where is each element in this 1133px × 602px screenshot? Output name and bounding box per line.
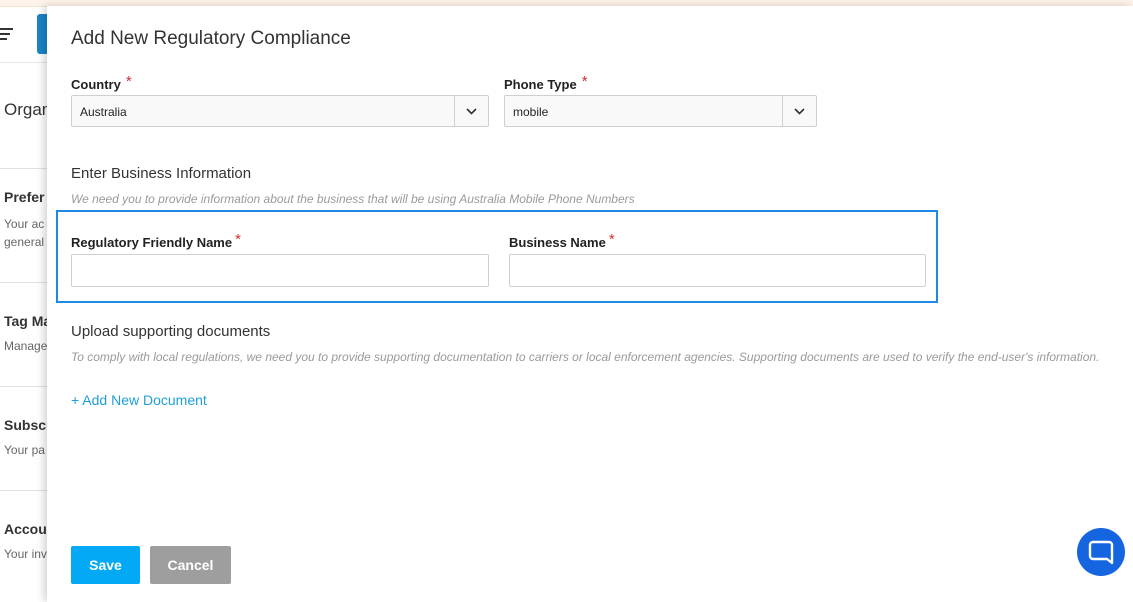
cancel-button[interactable]: Cancel bbox=[150, 546, 231, 584]
country-select[interactable]: Australia bbox=[71, 95, 489, 127]
regulatory-friendly-name-input[interactable] bbox=[71, 254, 489, 287]
business-name-label-text: Business Name bbox=[509, 235, 606, 250]
country-label: Country * bbox=[71, 73, 132, 93]
background-row-subtitle: Manage bbox=[4, 339, 48, 353]
business-name-label: Business Name * bbox=[509, 231, 615, 251]
regulatory-friendly-name-label: Regulatory Friendly Name * bbox=[71, 231, 241, 251]
upload-documents-title: Upload supporting documents bbox=[71, 323, 271, 340]
required-marker: * bbox=[608, 231, 615, 248]
background-row-subtitle: general bbox=[4, 235, 45, 249]
background-row-title: Accou bbox=[4, 521, 47, 537]
background-row-subtitle: Your ac bbox=[4, 217, 45, 231]
upload-documents-hint: To comply with local regulations, we nee… bbox=[71, 350, 1100, 364]
business-info-title: Enter Business Information bbox=[71, 165, 252, 182]
regulatory-compliance-drawer: Add New Regulatory Compliance Country * A… bbox=[47, 6, 1133, 602]
country-label-text: Country bbox=[71, 77, 121, 92]
regulatory-friendly-name-label-text: Regulatory Friendly Name bbox=[71, 235, 233, 250]
phone-type-selected-value: mobile bbox=[513, 105, 549, 119]
background-row-subtitle: Your inv bbox=[4, 547, 47, 561]
background-row-title: Subscr bbox=[4, 417, 52, 433]
chevron-down-icon[interactable] bbox=[782, 96, 816, 126]
country-selected-value: Australia bbox=[80, 105, 127, 119]
phone-type-label-text: Phone Type bbox=[504, 77, 577, 92]
required-marker: * bbox=[235, 231, 241, 248]
chevron-down-icon[interactable] bbox=[454, 96, 488, 126]
chat-bubble-icon bbox=[1088, 540, 1114, 565]
add-new-document-link[interactable]: + Add New Document bbox=[71, 392, 207, 408]
business-name-input[interactable] bbox=[509, 254, 926, 287]
background-row-title: Tag Ma bbox=[4, 313, 52, 329]
required-marker: * bbox=[125, 73, 132, 90]
background-row-subtitle: Your pa bbox=[4, 443, 45, 457]
chat-launcher-button[interactable] bbox=[1077, 528, 1125, 576]
required-marker: * bbox=[581, 73, 588, 90]
drawer-title: Add New Regulatory Compliance bbox=[71, 28, 351, 49]
phone-type-label: Phone Type * bbox=[504, 73, 588, 93]
background-row-title: Prefer bbox=[4, 189, 45, 205]
save-button[interactable]: Save bbox=[71, 546, 140, 584]
hamburger-menu-icon[interactable] bbox=[0, 28, 14, 40]
business-info-hint: We need you to provide information about… bbox=[71, 192, 635, 206]
phone-type-select[interactable]: mobile bbox=[504, 95, 817, 127]
background-page-heading: Organ bbox=[4, 100, 52, 119]
